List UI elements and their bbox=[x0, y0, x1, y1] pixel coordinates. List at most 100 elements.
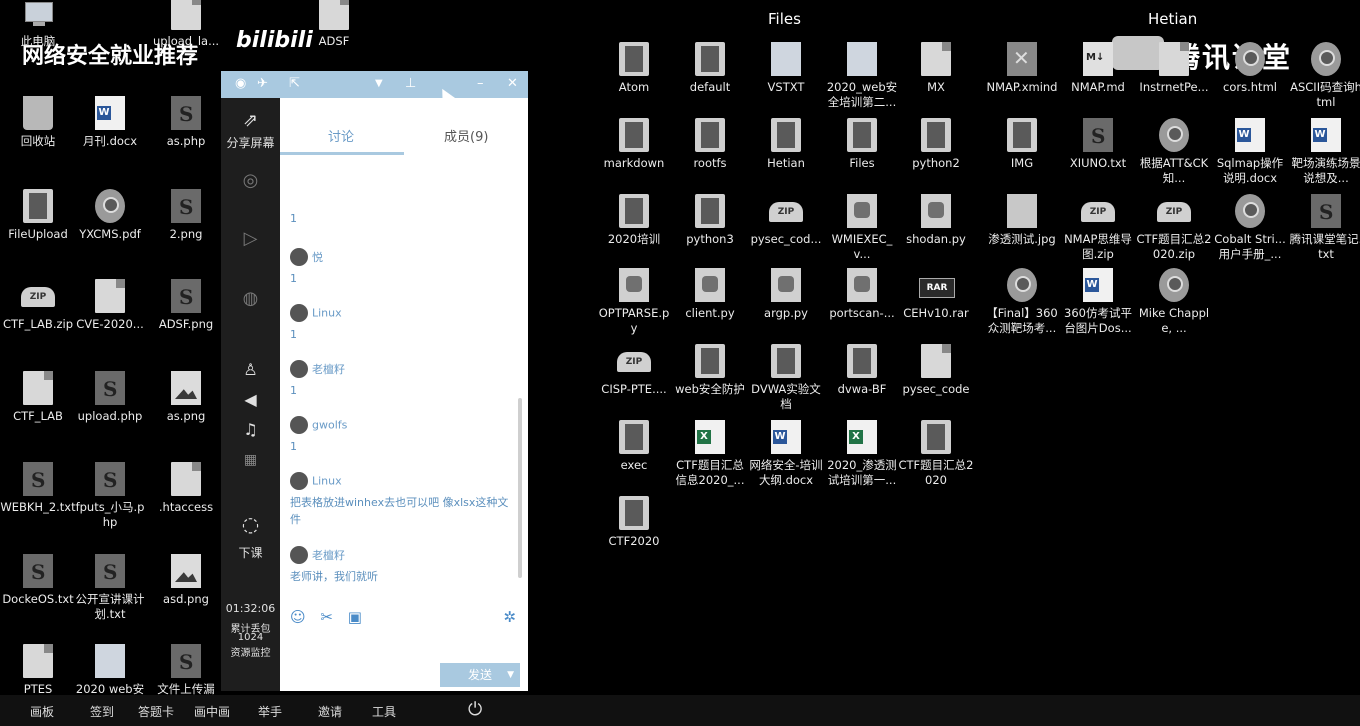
desktop-icon[interactable]: cors.html bbox=[1212, 38, 1288, 112]
desktop-icon[interactable]: 2020培训 bbox=[596, 190, 672, 264]
desktop-icon[interactable]: 360仿考试平台图片Dos... bbox=[1060, 264, 1136, 338]
desktop-icon[interactable]: argp.py bbox=[748, 264, 824, 338]
desktop-icon[interactable]: CTF题目汇总信息2020_... bbox=[672, 416, 748, 490]
toolbar-item[interactable]: 举手 bbox=[258, 703, 282, 720]
desktop-icon[interactable]: ADSF bbox=[296, 0, 372, 66]
desktop-icon[interactable]: CTF2020 bbox=[596, 492, 672, 566]
desktop-icon[interactable]: python3 bbox=[672, 190, 748, 264]
tab-discuss[interactable]: 讨论 bbox=[328, 126, 354, 145]
desktop-icon[interactable]: DVWA实验文档 bbox=[748, 340, 824, 414]
desktop-icon[interactable]: exec bbox=[596, 416, 672, 490]
desktop-icon[interactable]: upload.php bbox=[72, 367, 148, 441]
desktop-icon[interactable]: CISP-PTE.... bbox=[596, 340, 672, 414]
message-sender[interactable]: 老檀籽 bbox=[312, 549, 345, 562]
desktop-icon[interactable]: NMAP.md bbox=[1060, 38, 1136, 112]
desktop-icon[interactable]: NMAP.xmind bbox=[984, 38, 1060, 112]
desktop-icon[interactable]: NMAP思维导图.zip bbox=[1060, 190, 1136, 264]
desktop-icon[interactable]: 靶场演练场景说想及... bbox=[1288, 114, 1360, 188]
desktop-icon[interactable]: Hetian bbox=[748, 114, 824, 188]
desktop-icon[interactable]: CTF题目汇总2020 bbox=[898, 416, 974, 490]
emoji-icon[interactable]: ☺ bbox=[290, 608, 306, 626]
grid-icon[interactable]: ▦ bbox=[221, 452, 280, 468]
message-sender[interactable]: 悦 bbox=[312, 251, 323, 264]
desktop-icon[interactable]: 公开宣讲课计划.txt bbox=[72, 550, 148, 624]
desktop-icon[interactable]: YXCMS.pdf bbox=[72, 185, 148, 259]
desktop-icon[interactable]: portscan-... bbox=[824, 264, 900, 338]
desktop-icon[interactable]: web安全防护 bbox=[672, 340, 748, 414]
desktop-icon[interactable]: Sqlmap操作说明.docx bbox=[1212, 114, 1288, 188]
message-sender[interactable]: Linux bbox=[312, 307, 342, 320]
desktop-icon[interactable]: 2020_渗透测试培训第一... bbox=[824, 416, 900, 490]
desktop-icon[interactable]: default bbox=[672, 38, 748, 112]
toolbar-item[interactable]: 邀请 bbox=[318, 703, 342, 720]
desktop-icon[interactable]: WEBKH_2.txt bbox=[0, 458, 76, 532]
avatar[interactable] bbox=[290, 360, 308, 378]
avatar[interactable] bbox=[290, 416, 308, 434]
avatar[interactable] bbox=[290, 248, 308, 266]
desktop-icon[interactable]: CEHv10.rar bbox=[898, 264, 974, 338]
desktop-icon[interactable]: MX bbox=[898, 38, 974, 112]
desktop-icon[interactable]: rootfs bbox=[672, 114, 748, 188]
end-class-icon[interactable]: ◌ bbox=[221, 512, 280, 536]
pin-icon[interactable]: ⊥ bbox=[405, 76, 416, 92]
desktop-icon[interactable]: 回收站 bbox=[0, 92, 76, 166]
desktop-icon[interactable]: VSTXT bbox=[748, 38, 824, 112]
desktop-icon[interactable]: dvwa-BF bbox=[824, 340, 900, 414]
desktop-icon[interactable]: as.php bbox=[148, 92, 224, 166]
desktop-icon[interactable]: FileUpload bbox=[0, 185, 76, 259]
desktop-icon[interactable]: 【Final】360众测靶场考... bbox=[984, 264, 1060, 338]
dropdown-icon[interactable]: ▼ bbox=[375, 76, 383, 92]
desktop-icon[interactable]: fputs_小马.php bbox=[72, 458, 148, 532]
video-icon[interactable]: ▷ bbox=[221, 228, 280, 249]
desktop-icon[interactable]: IMG bbox=[984, 114, 1060, 188]
desktop-icon[interactable]: ADSF.png bbox=[148, 275, 224, 349]
desktop-icon[interactable]: Atom bbox=[596, 38, 672, 112]
desktop-icon[interactable]: OPTPARSE.py bbox=[596, 264, 672, 338]
desktop-icon[interactable]: 腾讯课堂笔记.txt bbox=[1288, 190, 1360, 264]
desktop-icon[interactable]: InstrnetPe... bbox=[1136, 38, 1212, 112]
desktop-icon[interactable]: 此电脑 bbox=[0, 0, 76, 66]
avatar[interactable] bbox=[290, 472, 308, 490]
desktop-icon[interactable]: 根据ATT&CK知... bbox=[1136, 114, 1212, 188]
tab-members[interactable]: 成员(9) bbox=[444, 126, 488, 145]
message-sender[interactable]: gwolfs bbox=[312, 419, 347, 432]
desktop-icon[interactable]: upload_la... bbox=[148, 0, 224, 66]
desktop-icon[interactable]: client.py bbox=[672, 264, 748, 338]
desktop-icon[interactable]: DockeOS.txt bbox=[0, 550, 76, 624]
desktop-icon[interactable]: pysec_cod... bbox=[748, 190, 824, 264]
speaker-icon[interactable]: ◀ bbox=[221, 390, 280, 409]
desktop-icon[interactable]: WMIEXEC_v... bbox=[824, 190, 900, 264]
desktop-icon[interactable]: ASCII码查询html bbox=[1288, 38, 1360, 112]
toolbar-item[interactable]: 画板 bbox=[30, 703, 54, 720]
desktop-icon[interactable]: 渗透测试.jpg bbox=[984, 190, 1060, 264]
desktop-icon[interactable]: Cobalt Stri...用户手册_... bbox=[1212, 190, 1288, 264]
avatar[interactable] bbox=[290, 304, 308, 322]
power-icon[interactable]: ⏻ bbox=[468, 699, 482, 720]
share-icon[interactable]: ⇱ bbox=[289, 76, 300, 92]
send-dropdown-icon[interactable]: ▼ bbox=[507, 663, 514, 687]
desktop-icon[interactable]: .htaccess bbox=[148, 458, 224, 532]
settings-icon[interactable]: ✲ bbox=[503, 608, 516, 626]
desktop-icon[interactable]: asd.png bbox=[148, 550, 224, 624]
desktop-icon[interactable]: 2.png bbox=[148, 185, 224, 259]
image-icon[interactable]: ▣ bbox=[348, 608, 362, 626]
avatar[interactable] bbox=[290, 546, 308, 564]
toolbar-item[interactable]: 答题卡 bbox=[138, 703, 174, 720]
desktop-icon[interactable]: Files bbox=[824, 114, 900, 188]
eye-icon[interactable]: ◉ bbox=[235, 76, 246, 92]
desktop-icon[interactable]: CTF题目汇总2020.zip bbox=[1136, 190, 1212, 264]
desktop-icon[interactable]: CTF_LAB bbox=[0, 367, 76, 441]
desktop-icon[interactable]: 2020_web安全培训第二... bbox=[824, 38, 900, 112]
desktop-icon[interactable]: pysec_code bbox=[898, 340, 974, 414]
plane-icon[interactable]: ✈ bbox=[257, 76, 268, 92]
desktop-icon[interactable]: markdown bbox=[596, 114, 672, 188]
end-class-label[interactable]: 下课 bbox=[221, 544, 280, 561]
share-screen-label[interactable]: 分享屏幕 bbox=[221, 134, 280, 151]
message-sender[interactable]: 老檀籽 bbox=[312, 363, 345, 376]
chat-scrollbar[interactable] bbox=[518, 398, 522, 578]
desktop-icon[interactable]: as.png bbox=[148, 367, 224, 441]
scissors-icon[interactable]: ✂ bbox=[320, 608, 333, 626]
desktop-icon[interactable]: CTF_LAB.zip bbox=[0, 275, 76, 349]
close-icon[interactable]: ✕ bbox=[507, 76, 518, 92]
desktop-icon[interactable]: Mike Chapple, ... bbox=[1136, 264, 1212, 338]
